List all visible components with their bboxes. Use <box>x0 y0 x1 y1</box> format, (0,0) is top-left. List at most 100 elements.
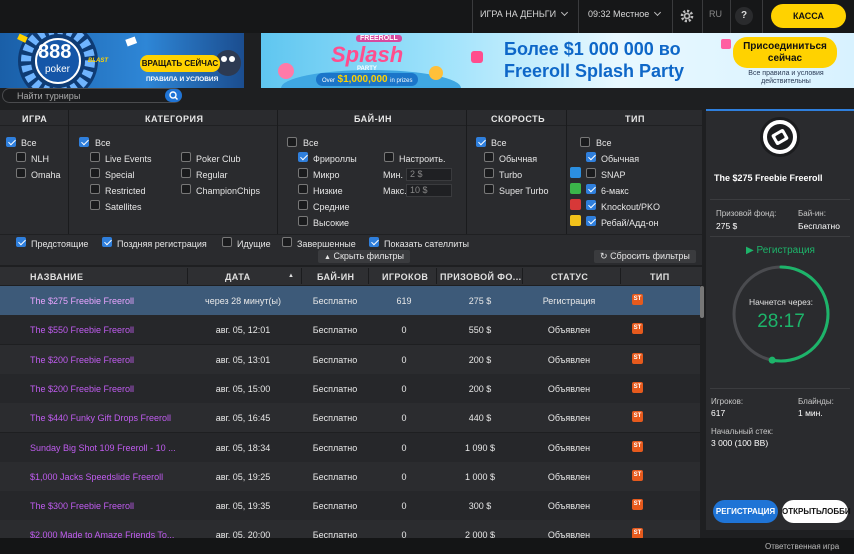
checkbox-custom-buyin[interactable] <box>384 152 394 162</box>
checkbox-low[interactable] <box>298 184 308 194</box>
hide-filters-button[interactable]: ▲ Скрыть фильтры <box>318 250 410 263</box>
promo-banner-splash[interactable]: FREEROLL Splash PARTY Over $1,000,000 in… <box>261 33 854 88</box>
checkbox-type-all[interactable] <box>580 137 590 147</box>
col-players[interactable]: ИГРОКОВ <box>382 272 428 282</box>
help-button[interactable]: ? <box>735 7 753 25</box>
play-money-dropdown[interactable]: ИГРА НА ДЕНЬГИ <box>480 8 569 19</box>
join-now-line1: Присоединиться <box>743 41 827 52</box>
table-row[interactable]: The $440 Funky Gift Drops Freeroll авг. 0… <box>0 403 700 433</box>
checkbox-show-satellites[interactable] <box>369 237 379 247</box>
checkbox-running[interactable] <box>222 237 232 247</box>
responsible-gaming-link[interactable]: Ответственная игра <box>765 542 839 551</box>
table-row[interactable]: The $275 Freebie Freeroll через 28 минут(… <box>0 286 700 315</box>
label-rebuy: Ребай/Адд-он <box>601 218 659 228</box>
spin-now-button[interactable]: ВРАЩАТЬ СЕЙЧАС <box>140 55 220 72</box>
checkbox-turbo[interactable] <box>484 168 494 178</box>
checkbox-championchips[interactable] <box>181 184 191 194</box>
table-row[interactable]: $2,000 Made to Amaze Friends To... авг. 0… <box>0 520 700 538</box>
col-name[interactable]: НАЗВАНИЕ <box>30 272 83 282</box>
checkbox-upcoming[interactable] <box>16 237 26 247</box>
table-row[interactable]: Sunday Big Shot 109 Freeroll - 10 ... авг… <box>0 432 700 462</box>
row-date: авг. 05, 13:01 <box>215 354 271 365</box>
checkbox-poker-club[interactable] <box>181 152 191 162</box>
checkbox-six-max[interactable] <box>586 184 596 194</box>
row-status: Объявлен <box>547 501 591 512</box>
checkbox-high[interactable] <box>298 216 308 226</box>
label-buyin-all: Все <box>303 138 319 148</box>
starting-stack-value: 3 000 (100 BB) <box>711 438 769 448</box>
terms-link[interactable]: ПРАВИЛА И УСЛОВИЯ <box>146 76 218 83</box>
label-omaha: Omaha <box>31 170 61 180</box>
table-row[interactable]: The $300 Freebie Freeroll авг. 05, 19:35 Б… <box>0 491 700 521</box>
register-button[interactable]: РЕГИСТРАЦИЯ <box>713 500 778 523</box>
table-row[interactable]: The $200 Freebie Freeroll авг. 05, 13:01 Б… <box>0 344 700 374</box>
checkbox-super-turbo[interactable] <box>484 184 494 194</box>
table-row[interactable]: The $550 Freebie Freeroll авг. 05, 12:01 Б… <box>0 315 700 345</box>
promo-banner-spin[interactable]: 888 poker BLAST ВРАЩАТЬ СЕЙЧАС ПРАВИЛА И… <box>0 33 244 88</box>
cashier-button[interactable]: КАССА <box>771 4 846 28</box>
col-divider <box>436 268 437 284</box>
help-icon: ? <box>740 10 748 21</box>
checkbox-medium[interactable] <box>298 200 308 210</box>
checkbox-normal-speed[interactable] <box>484 152 494 162</box>
checkbox-regular[interactable] <box>181 168 191 178</box>
row-date: авг. 05, 18:34 <box>215 442 271 453</box>
search-icon <box>169 91 178 100</box>
table-row[interactable]: $1,000 Jacks Speedslide Freeroll авг. 05,… <box>0 461 700 491</box>
col-date[interactable]: ДАТА <box>225 272 251 282</box>
reset-filters-label: Сбросить фильтры <box>610 251 690 261</box>
col-prize[interactable]: ПРИЗОВОЙ ФО... <box>440 272 522 282</box>
checkbox-speed-all[interactable] <box>476 137 486 147</box>
label-category-all: Все <box>95 138 111 148</box>
promo-headline-1: Более $1 000 000 во <box>504 39 681 59</box>
starting-stack-label: Начальный стек: <box>711 427 774 436</box>
checkbox-special[interactable] <box>90 168 100 178</box>
label-max: Макс. <box>383 186 407 196</box>
tournament-search[interactable]: Найти турниры <box>2 88 182 103</box>
col-buyin[interactable]: БАЙ-ИН <box>317 272 354 282</box>
label-custom-buyin: Настроить. <box>399 154 446 164</box>
terms-link[interactable]: Все правила и условия действительны <box>741 70 831 86</box>
open-lobby-button[interactable]: ОТКРЫТЬЛОББИ <box>782 500 851 523</box>
checkbox-completed[interactable] <box>282 237 292 247</box>
play-icon: ▶ <box>746 245 754 256</box>
filter-header-type: ТИП <box>625 114 645 124</box>
table-row[interactable]: The $200 Freebie Freeroll авг. 05, 15:00 Б… <box>0 373 700 403</box>
checkbox-type-normal[interactable] <box>586 152 596 162</box>
settings-button[interactable] <box>679 8 695 24</box>
col-type[interactable]: ТИП <box>650 272 670 282</box>
row-date: авг. 05, 19:25 <box>215 471 271 482</box>
divider <box>710 199 850 200</box>
checkbox-omaha[interactable] <box>16 168 26 178</box>
checkbox-micro[interactable] <box>298 168 308 178</box>
row-prize: 1 000 $ <box>464 471 496 482</box>
language-button[interactable]: RU <box>709 9 722 19</box>
checkbox-live-events[interactable] <box>90 152 100 162</box>
min-buyin-input[interactable]: 2 $ <box>406 168 452 181</box>
search-button[interactable] <box>165 89 182 102</box>
col-status[interactable]: СТАТУС <box>551 272 588 282</box>
col-divider <box>522 268 523 284</box>
timezone-dropdown[interactable]: 09:32 Местное <box>588 8 662 19</box>
scrollbar-thumb[interactable] <box>700 286 704 318</box>
checkbox-restricted[interactable] <box>90 184 100 194</box>
checkbox-buyin-all[interactable] <box>287 137 297 147</box>
checkbox-nlh[interactable] <box>16 152 26 162</box>
row-date: через 28 минут(ы) <box>205 296 281 306</box>
search-input[interactable]: Найти турниры <box>17 91 80 101</box>
row-name: The $200 Freebie Freeroll <box>30 383 135 394</box>
checkbox-category-all[interactable] <box>79 137 89 147</box>
checkbox-late-registration[interactable] <box>102 237 112 247</box>
blinds-label: Блайнды: <box>798 397 834 406</box>
join-now-button[interactable]: Присоединиться сейчас <box>733 37 837 68</box>
hide-filters-label: Скрыть фильтры <box>333 251 404 261</box>
checkbox-satellites[interactable] <box>90 200 100 210</box>
reset-filters-button[interactable]: ↻ Сбросить фильтры <box>594 250 696 263</box>
checkbox-snap[interactable] <box>586 168 596 178</box>
checkbox-game-all[interactable] <box>6 137 16 147</box>
checkbox-rebuy[interactable] <box>586 216 596 226</box>
checkbox-knockout[interactable] <box>586 200 596 210</box>
row-name: The $550 Freebie Freeroll <box>30 325 135 336</box>
checkbox-freerolls[interactable] <box>298 152 308 162</box>
max-buyin-input[interactable]: 10 $ <box>406 184 452 197</box>
